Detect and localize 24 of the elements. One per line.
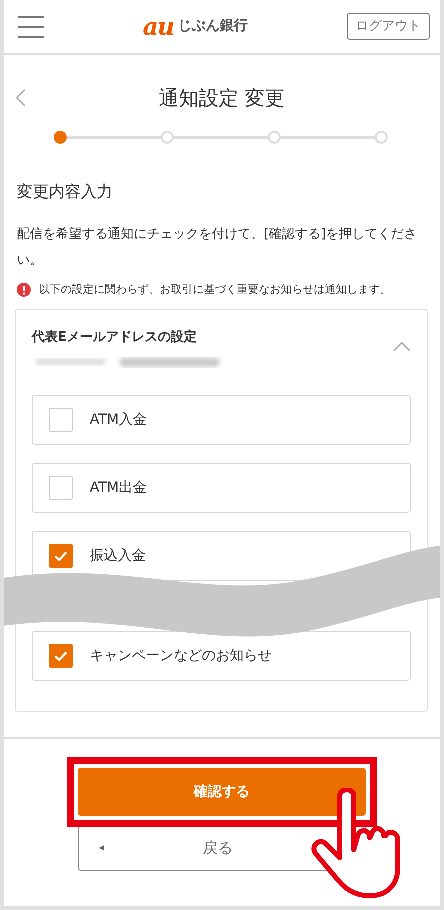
chevron-up-icon[interactable] bbox=[393, 342, 411, 352]
back-chevron-icon[interactable] bbox=[16, 89, 26, 107]
option-row[interactable]: ATM入金 bbox=[32, 395, 411, 445]
menu-icon[interactable] bbox=[18, 16, 44, 38]
checkbox[interactable] bbox=[49, 476, 73, 500]
option-label: ATM出金 bbox=[90, 478, 148, 498]
option-label: ATM入金 bbox=[90, 410, 148, 430]
checkmark-icon bbox=[54, 650, 68, 662]
panel-title: 代表Eメールアドレスの設定 bbox=[32, 328, 198, 346]
option-label: 振込入金 bbox=[90, 546, 146, 566]
checkbox[interactable] bbox=[49, 544, 73, 568]
logo-mark: au bbox=[143, 14, 174, 38]
checkmark-icon bbox=[54, 550, 68, 562]
page-title: 通知設定 変更 bbox=[158, 86, 286, 110]
option-label: キャンペーンなどのお知らせ bbox=[90, 646, 272, 666]
option-row[interactable]: ATM出金 bbox=[32, 463, 411, 513]
checkbox[interactable] bbox=[49, 644, 73, 668]
checkbox[interactable] bbox=[49, 408, 73, 432]
section-heading: 変更内容入力 bbox=[17, 181, 114, 203]
notice-text: 以下の設定に関わらず、お取引に基づく重要なお知らせは通知します。 bbox=[39, 282, 391, 298]
instruction-text: 配信を希望する通知にチェックを付けて、[確認する]を押してください。 bbox=[17, 226, 418, 270]
logo-text: じぶん銀行 bbox=[178, 17, 248, 36]
logout-button[interactable]: ログアウト bbox=[347, 12, 430, 40]
alert-icon bbox=[17, 283, 31, 298]
